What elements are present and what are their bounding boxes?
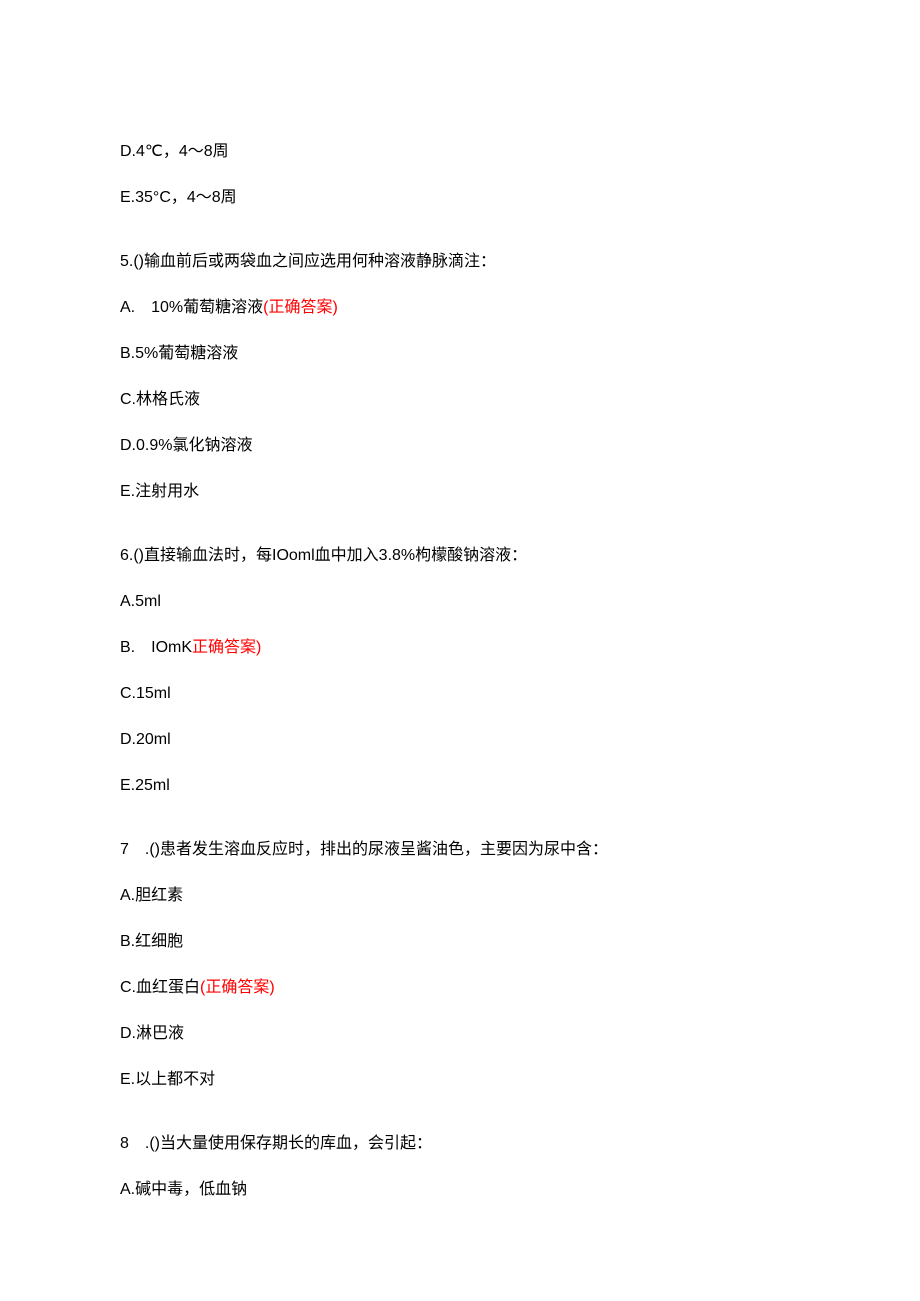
q7-option-e: E.以上都不对 xyxy=(120,1068,800,1092)
q7-option-c: C.血红蛋白(正确答案) xyxy=(120,976,800,1000)
q5-option-e: E.注射用水 xyxy=(120,480,800,504)
q5-option-a: A. 10%葡萄糖溶液(正确答案) xyxy=(120,296,800,320)
q7-stem: 7 .()患者发生溶血反应时，排出的尿液呈酱油色，主要因为尿中含： xyxy=(120,838,800,862)
q6-option-b-text: B. IOmK xyxy=(120,639,192,656)
correct-answer-marker: (正确答案) xyxy=(200,979,275,996)
q7-option-b: B.红细胞 xyxy=(120,930,800,954)
q6-option-b: B. IOmK正确答案) xyxy=(120,636,800,660)
q6-option-e: E.25ml xyxy=(120,774,800,798)
q4-option-e: E.35°C，4～8周 xyxy=(120,186,800,210)
q8-option-a: A.碱中毒，低血钠 xyxy=(120,1178,800,1202)
q6-option-a: A.5ml xyxy=(120,590,800,614)
q8-stem: 8 .()当大量使用保存期长的库血，会引起： xyxy=(120,1132,800,1156)
q7-option-a: A.胆红素 xyxy=(120,884,800,908)
q6-option-d: D.20ml xyxy=(120,728,800,752)
q7-option-d: D.淋巴液 xyxy=(120,1022,800,1046)
q5-stem: 5.()输血前后或两袋血之间应选用何种溶液静脉滴注： xyxy=(120,250,800,274)
q5-option-b: B.5%葡萄糖溶液 xyxy=(120,342,800,366)
q7-option-c-text: C.血红蛋白 xyxy=(120,979,200,996)
q5-option-c: C.林格氏液 xyxy=(120,388,800,412)
correct-answer-marker: (正确答案) xyxy=(263,299,338,316)
q5-option-d: D.0.9%氯化钠溶液 xyxy=(120,434,800,458)
correct-answer-marker: 正确答案) xyxy=(192,639,261,656)
q6-stem: 6.()直接输血法时，每IOoml血中加入3.8%枸檬酸钠溶液： xyxy=(120,544,800,568)
q6-option-c: C.15ml xyxy=(120,682,800,706)
q4-option-d: D.4℃，4～8周 xyxy=(120,140,800,164)
q5-option-a-text: A. 10%葡萄糖溶液 xyxy=(120,299,263,316)
